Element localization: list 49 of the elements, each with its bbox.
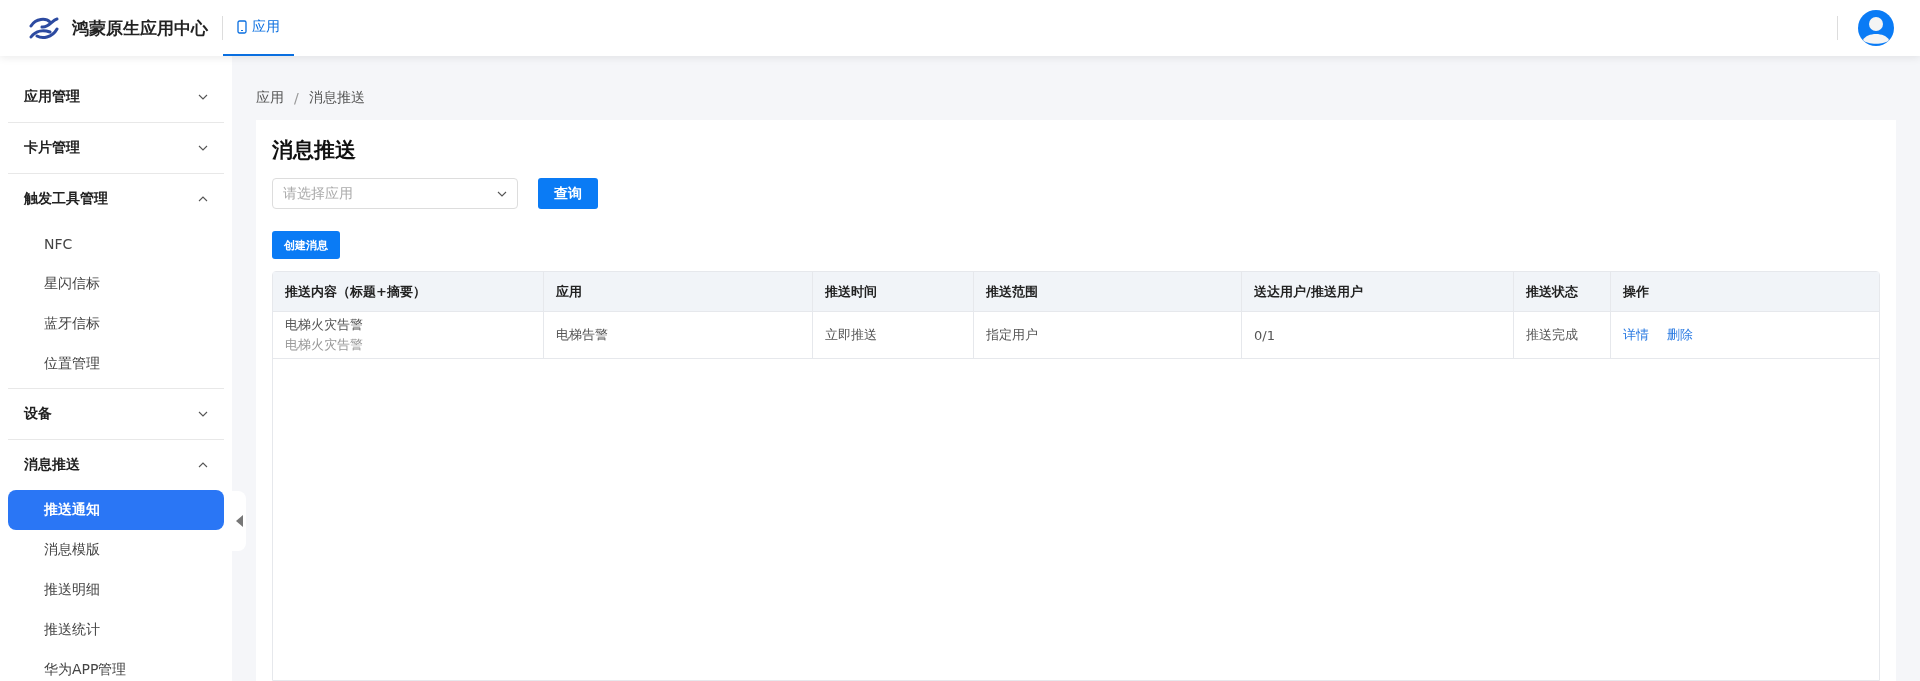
column-header: 推送范围 xyxy=(974,272,1242,312)
column-header: 送达用户/推送用户 xyxy=(1242,272,1514,312)
chevron-up-icon xyxy=(198,462,208,468)
sidebar-item[interactable]: 消息模版 xyxy=(8,530,224,570)
chevron-down-icon xyxy=(198,94,208,100)
sidebar-item[interactable]: 推送统计 xyxy=(8,610,224,650)
table-cell: 立即推送 xyxy=(813,312,974,359)
sidebar-group[interactable]: 消息推送 xyxy=(8,440,224,490)
sidebar-item[interactable]: NFC xyxy=(8,224,224,264)
logo-icon xyxy=(28,16,60,40)
action-link[interactable]: 详情 xyxy=(1623,326,1649,344)
table-cell: 电梯告警 xyxy=(544,312,813,359)
avatar-icon[interactable] xyxy=(1858,10,1894,46)
message-summary: 电梯火灾告警 xyxy=(285,336,364,354)
breadcrumb-item[interactable]: 应用 xyxy=(256,89,284,107)
brand-title: 鸿蒙原生应用中心 xyxy=(72,16,223,40)
sidebar-item[interactable]: 蓝牙信标 xyxy=(8,304,224,344)
collapse-handle[interactable] xyxy=(232,491,246,551)
breadcrumb-separator: / xyxy=(294,90,299,106)
chevron-down-icon xyxy=(198,411,208,417)
column-header: 推送状态 xyxy=(1514,272,1611,312)
create-message-button[interactable]: 创建消息 xyxy=(272,231,340,259)
nav-tab[interactable]: 应用 xyxy=(223,0,294,56)
column-header: 推送内容（标题+摘要） xyxy=(273,272,544,312)
message-title: 电梯火灾告警 xyxy=(285,316,364,334)
sidebar-group[interactable]: 应用管理 xyxy=(8,72,224,122)
column-header: 推送时间 xyxy=(813,272,974,312)
column-header: 应用 xyxy=(544,272,813,312)
breadcrumb-item: 消息推送 xyxy=(308,89,365,107)
sidebar-item[interactable]: 推送通知 xyxy=(8,490,224,530)
sidebar-item[interactable]: 华为APP管理 xyxy=(8,650,224,681)
page-title: 消息推送 xyxy=(272,137,357,164)
sidebar-item[interactable]: 星闪信标 xyxy=(8,264,224,304)
sidebar-group[interactable]: 卡片管理 xyxy=(8,123,224,173)
sidebar-item[interactable]: 推送明细 xyxy=(8,570,224,610)
sidebar-group[interactable]: 触发工具管理 xyxy=(8,174,224,224)
action-link[interactable]: 删除 xyxy=(1667,326,1693,344)
query-button[interactable]: 查询 xyxy=(538,178,598,209)
table-cell: 指定用户 xyxy=(974,312,1242,359)
caret-left-icon xyxy=(235,515,243,527)
column-header: 操作 xyxy=(1611,272,1879,312)
table-cell: 0/1 xyxy=(1242,312,1514,359)
chevron-up-icon xyxy=(198,196,208,202)
phone-icon xyxy=(237,20,247,34)
chevron-down-icon xyxy=(198,145,208,151)
table-cell: 推送完成 xyxy=(1514,312,1611,359)
sidebar-group[interactable]: 设备 xyxy=(8,389,224,439)
sidebar-item[interactable]: 位置管理 xyxy=(8,344,224,384)
chevron-down-icon xyxy=(497,190,507,197)
